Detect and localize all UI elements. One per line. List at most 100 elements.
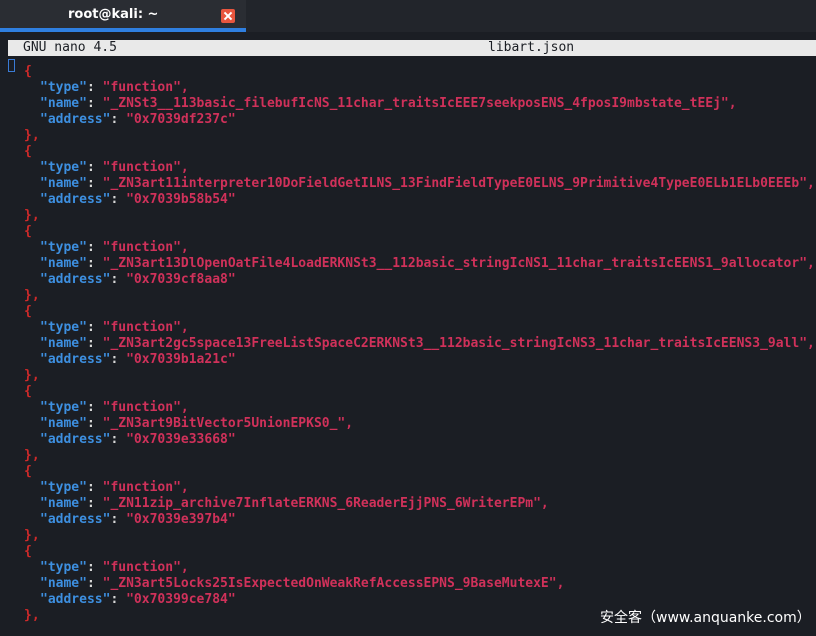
json-field-address: "address": "0x7039b58b54" <box>0 192 816 208</box>
json-value-name: "_ZN3art5Locks25IsExpectedOnWeakRefAcces… <box>102 576 557 591</box>
json-field-name: "name": "_ZN3art11interpreter10DoFieldGe… <box>0 176 816 192</box>
json-field-address: "address": "0x7039df237c" <box>0 112 816 128</box>
json-value-address: "0x7039df237c" <box>126 112 236 127</box>
json-colon: : <box>86 240 103 255</box>
nano-version: GNU nano 4.5 <box>23 40 117 55</box>
json-value-type: "function" <box>102 400 181 415</box>
brace: { <box>24 384 32 399</box>
json-colon: : <box>86 496 103 511</box>
json-colon: : <box>86 80 103 95</box>
json-field-type: "type": "function", <box>0 240 816 256</box>
json-colon: : <box>86 96 103 111</box>
json-comma: , <box>807 176 815 191</box>
json-key: "name" <box>40 576 87 591</box>
json-key: "name" <box>40 96 87 111</box>
json-colon: : <box>110 512 127 527</box>
terminal-view[interactable]: GNU nano 4.5 libart.json {"type": "funct… <box>0 32 816 636</box>
json-comma: , <box>180 560 189 575</box>
object-open-brace: { <box>0 544 816 560</box>
object-open-brace: { <box>0 464 816 480</box>
brace: { <box>24 64 32 79</box>
json-colon: : <box>110 272 127 287</box>
json-key: "type" <box>40 240 87 255</box>
json-value-type: "function" <box>102 80 181 95</box>
brace: }, <box>24 368 40 383</box>
object-close-brace: }, <box>0 448 816 464</box>
json-value-name: "_ZN3art2gc5space13FreeListSpaceC2ERKNSt… <box>102 336 808 351</box>
json-value-address: "0x70399ce784" <box>126 592 236 607</box>
json-colon: : <box>86 480 103 495</box>
json-colon: : <box>86 336 103 351</box>
json-value-address: "0x7039cf8aa8" <box>126 272 236 287</box>
json-comma: , <box>728 96 737 111</box>
json-value-name: "_ZN11zip_archive7InflateERKNS_6ReaderEj… <box>102 496 541 511</box>
json-field-name: "name": "_ZN3art9BitVector5UnionEPKS0_", <box>0 416 816 432</box>
brace: }, <box>24 208 40 223</box>
json-value-type: "function" <box>102 320 181 335</box>
json-key: "address" <box>40 512 111 527</box>
brace: }, <box>24 448 40 463</box>
json-key: "type" <box>40 400 87 415</box>
json-colon: : <box>110 112 127 127</box>
brace: { <box>24 144 32 159</box>
json-key: "address" <box>40 112 111 127</box>
json-key: "address" <box>40 592 111 607</box>
json-field-name: "name": "_ZN3art13DlOpenOatFile4LoadERKN… <box>0 256 816 272</box>
object-open-brace: { <box>0 64 816 80</box>
json-key: "name" <box>40 336 87 351</box>
object-close-brace: }, <box>0 528 816 544</box>
json-value-type: "function" <box>102 240 181 255</box>
brace: { <box>24 224 32 239</box>
object-close-brace: }, <box>0 208 816 224</box>
json-value-name: "_ZN3art13DlOpenOatFile4LoadERKNSt3__112… <box>102 256 808 271</box>
tab-bar: root@kali: ~ <box>0 0 816 32</box>
json-field-address: "address": "0x7039e397b4" <box>0 512 816 528</box>
json-colon: : <box>86 416 103 431</box>
json-comma: , <box>556 576 565 591</box>
brace: { <box>24 544 32 559</box>
json-comma: , <box>180 320 189 335</box>
json-key: "name" <box>40 496 87 511</box>
json-comma: , <box>180 80 189 95</box>
json-field-name: "name": "_ZN3art5Locks25IsExpectedOnWeak… <box>0 576 816 592</box>
json-colon: : <box>86 576 103 591</box>
json-value-type: "function" <box>102 160 181 175</box>
object-open-brace: { <box>0 304 816 320</box>
json-value-address: "0x7039e33668" <box>126 432 236 447</box>
object-close-brace: }, <box>0 288 816 304</box>
json-value-name: "_ZN3art11interpreter10DoFieldGetILNS_13… <box>102 176 808 191</box>
brace: }, <box>24 288 40 303</box>
json-field-name: "name": "_ZN11zip_archive7InflateERKNS_6… <box>0 496 816 512</box>
brace: { <box>24 464 32 479</box>
json-field-name: "name": "_ZNSt3__113basic_filebufIcNS_11… <box>0 96 816 112</box>
json-comma: , <box>180 400 189 415</box>
json-field-address: "address": "0x7039e33668" <box>0 432 816 448</box>
object-close-brace: }, <box>0 128 816 144</box>
json-comma: , <box>807 336 815 351</box>
json-field-address: "address": "0x70399ce784" <box>0 592 816 608</box>
object-open-brace: { <box>0 384 816 400</box>
json-comma: , <box>180 160 189 175</box>
json-value-type: "function" <box>102 560 181 575</box>
json-field-type: "type": "function", <box>0 80 816 96</box>
tab-title: root@kali: ~ <box>68 7 159 22</box>
object-open-brace: { <box>0 224 816 240</box>
json-colon: : <box>86 256 103 271</box>
json-value-address: "0x7039b58b54" <box>126 192 236 207</box>
file-content[interactable]: {"type": "function", "name": "_ZNSt3__113… <box>0 64 816 636</box>
json-key: "type" <box>40 560 87 575</box>
json-comma: , <box>180 480 189 495</box>
json-colon: : <box>110 352 127 367</box>
terminal-tab[interactable]: root@kali: ~ <box>0 0 246 32</box>
close-icon[interactable] <box>221 9 235 23</box>
json-colon: : <box>110 592 127 607</box>
json-field-type: "type": "function", <box>0 320 816 336</box>
json-comma: , <box>345 416 354 431</box>
json-colon: : <box>110 192 127 207</box>
json-value-address: "0x7039e397b4" <box>126 512 236 527</box>
json-colon: : <box>86 320 103 335</box>
object-open-brace: { <box>0 144 816 160</box>
json-comma: , <box>540 496 549 511</box>
json-colon: : <box>110 432 127 447</box>
json-value-address: "0x7039b1a21c" <box>126 352 236 367</box>
